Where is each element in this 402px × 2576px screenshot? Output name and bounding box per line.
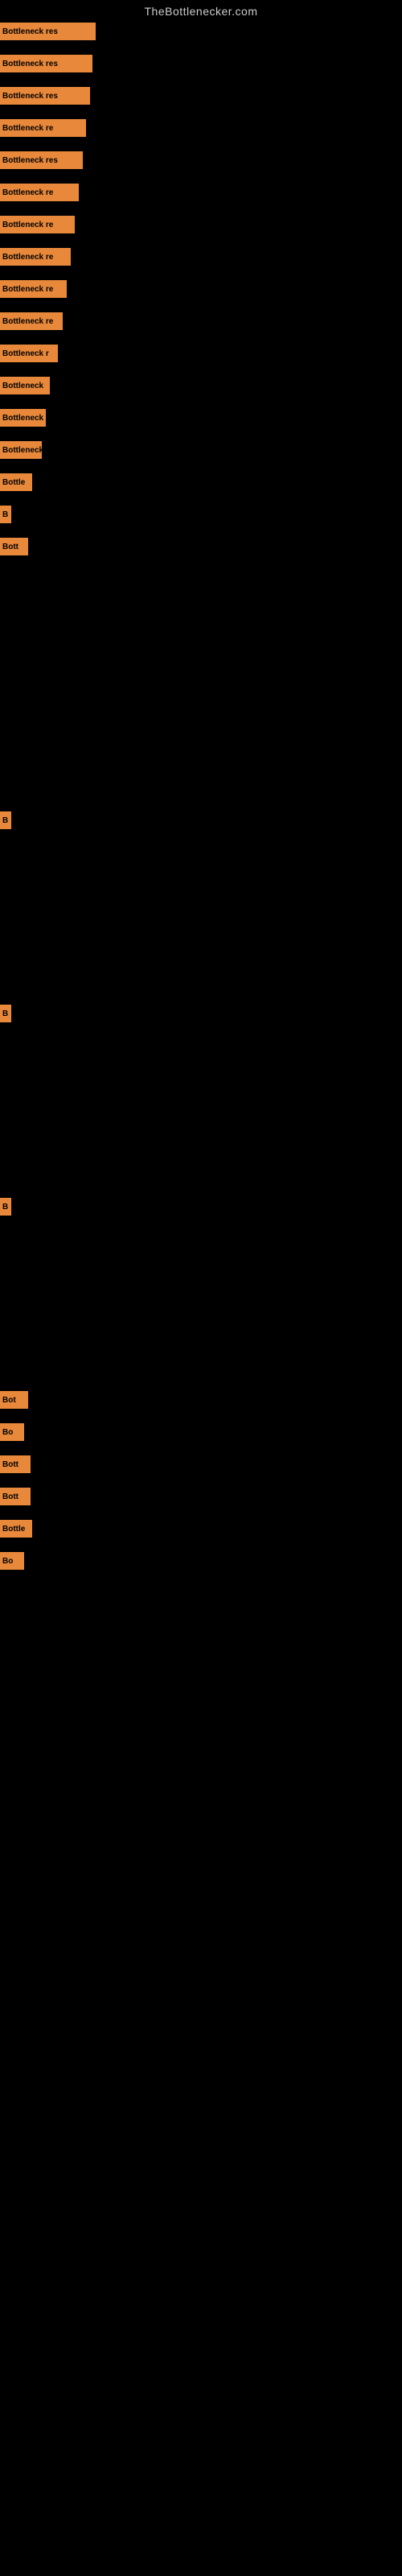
bar-item: Bottleneck res xyxy=(0,55,92,72)
bar-item: Bottleneck re xyxy=(0,119,86,137)
bottleneck-bar: Bottleneck res xyxy=(0,151,83,169)
bar-item: Bottleneck re xyxy=(0,184,79,201)
bottleneck-bar: Bott xyxy=(0,538,28,555)
bottleneck-bar: Bottleneck res xyxy=(0,55,92,72)
bottleneck-bar: Bottle xyxy=(0,473,32,491)
bar-item: Bottle xyxy=(0,473,32,491)
bar-item: Bottleneck re xyxy=(0,280,67,298)
bar-item: Bott xyxy=(0,538,28,555)
bottleneck-bar: B xyxy=(0,506,11,523)
bottleneck-bar: B xyxy=(0,811,11,829)
bar-item: Bottleneck xyxy=(0,377,50,394)
bar-item: B xyxy=(0,1005,11,1022)
bottleneck-bar: Bottleneck re xyxy=(0,280,67,298)
bar-item: B xyxy=(0,811,11,829)
bar-item: Bottle xyxy=(0,1520,32,1538)
bottleneck-bar: B xyxy=(0,1198,11,1216)
bar-item: Bottleneck res xyxy=(0,87,90,105)
bar-item: Bottleneck re xyxy=(0,248,71,266)
bottleneck-bar: Bo xyxy=(0,1552,24,1570)
bar-item: Bottleneck xyxy=(0,441,42,459)
bar-item: Bo xyxy=(0,1552,24,1570)
bar-item: Bottleneck r xyxy=(0,345,58,362)
bar-item: Bot xyxy=(0,1391,28,1409)
bar-item: Bott xyxy=(0,1455,31,1473)
bottleneck-bar: Bottleneck r xyxy=(0,345,58,362)
bar-item: Bott xyxy=(0,1488,31,1505)
bottleneck-bar: Bott xyxy=(0,1455,31,1473)
bottleneck-bar: Bo xyxy=(0,1423,24,1441)
bottleneck-bar: Bottleneck xyxy=(0,377,50,394)
bottleneck-bar: Bottle xyxy=(0,1520,32,1538)
bar-item: Bottleneck re xyxy=(0,216,75,233)
bar-item: Bottleneck res xyxy=(0,23,96,40)
bar-item: B xyxy=(0,1198,11,1216)
bar-item: Bo xyxy=(0,1423,24,1441)
bottleneck-bar: Bottleneck re xyxy=(0,248,71,266)
bar-item: Bottleneck xyxy=(0,409,46,427)
bottleneck-bar: B xyxy=(0,1005,11,1022)
bottleneck-bar: Bot xyxy=(0,1391,28,1409)
bottleneck-bar: Bottleneck re xyxy=(0,216,75,233)
bar-item: Bottleneck res xyxy=(0,151,83,169)
bottleneck-bar: Bottleneck xyxy=(0,441,42,459)
bottleneck-bar: Bottleneck re xyxy=(0,119,86,137)
bottleneck-bar: Bott xyxy=(0,1488,31,1505)
site-title: TheBottlenecker.com xyxy=(0,0,402,21)
bottleneck-bar: Bottleneck res xyxy=(0,23,96,40)
bottleneck-bar: Bottleneck res xyxy=(0,87,90,105)
bottleneck-bar: Bottleneck xyxy=(0,409,46,427)
bottleneck-bar: Bottleneck re xyxy=(0,312,63,330)
bottleneck-bar: Bottleneck re xyxy=(0,184,79,201)
bar-item: B xyxy=(0,506,11,523)
bar-item: Bottleneck re xyxy=(0,312,63,330)
